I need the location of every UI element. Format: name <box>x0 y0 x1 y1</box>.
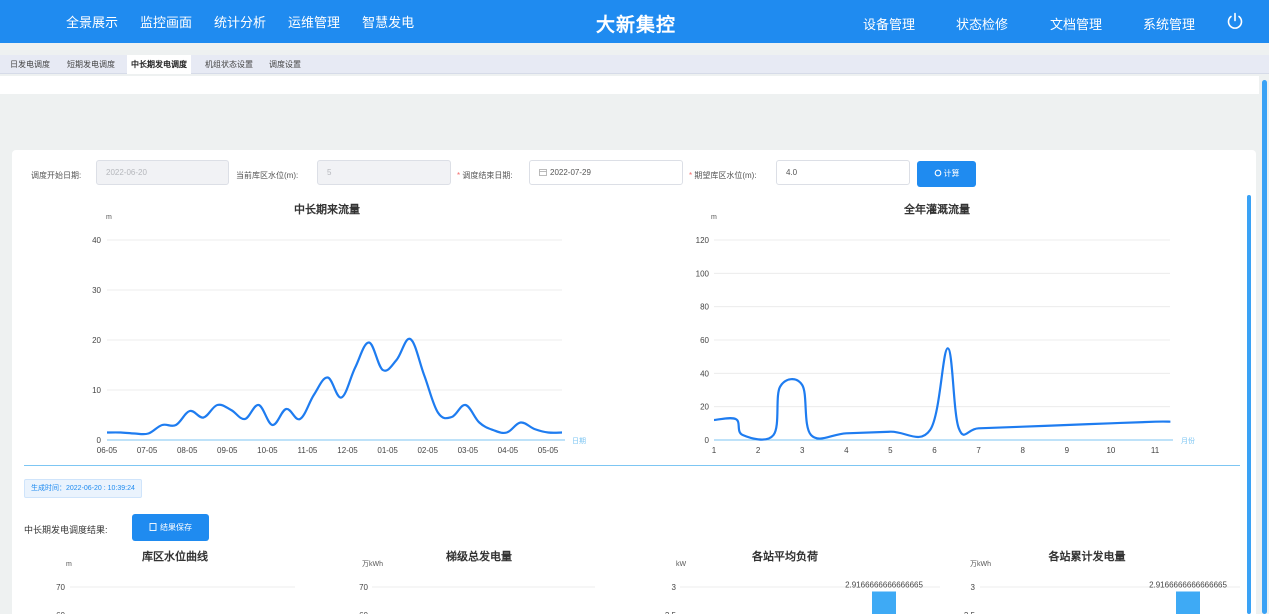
x-tick-label: 2 <box>756 446 761 455</box>
y-axis-unit: m <box>106 214 112 221</box>
y-tick-label: 3 <box>672 583 677 592</box>
y-tick-label: 0 <box>705 436 710 445</box>
y-axis-unit: kW <box>676 561 687 568</box>
y-axis-unit: m <box>711 214 717 221</box>
chart-title: 各站平均负荷 <box>751 549 818 563</box>
y-tick-label: 40 <box>92 236 101 245</box>
chart-title: 梯级总发电量 <box>446 549 512 563</box>
series-line-irrigation <box>713 347 1171 441</box>
x-tick-label: 05-05 <box>538 446 559 455</box>
result-label: 中长期发电调度结果: <box>24 525 108 535</box>
x-tick-label: 9 <box>1065 446 1070 455</box>
y-tick-label: 70 <box>56 583 65 592</box>
chart-title: 各站累计发电量 <box>1048 549 1126 563</box>
x-tick-label: 11-05 <box>298 446 318 455</box>
x-tick-label: 3 <box>800 446 805 455</box>
x-tick-label: 06-05 <box>97 446 118 455</box>
x-tick-label: 5 <box>888 446 893 455</box>
save-result-label: 结果保存 <box>160 523 192 532</box>
y-tick-label: 10 <box>92 386 101 395</box>
x-tick-label: 10 <box>1106 446 1115 455</box>
y-axis-unit: 万kWh <box>970 560 991 568</box>
y-tick-label: 40 <box>700 369 709 378</box>
x-tick-label: 08-05 <box>177 446 198 455</box>
y-tick-label: 60 <box>700 336 709 345</box>
x-tick-label: 02-05 <box>417 446 438 455</box>
x-tick-label: 6 <box>932 446 937 455</box>
x-tick-label: 03-05 <box>458 446 479 455</box>
bar-data-label: 2.9166666666666665 <box>1149 581 1227 590</box>
document-icon <box>149 523 157 531</box>
x-tick-label: 10-05 <box>257 446 278 455</box>
x-tick-label: 01-05 <box>377 446 398 455</box>
x-axis-label: 月份 <box>1181 436 1195 445</box>
bar-mark <box>1176 591 1200 614</box>
y-tick-label: 20 <box>700 403 709 412</box>
bar-data-label: 2.9166666666666665 <box>845 581 923 590</box>
chart-title: 中长期来流量 <box>294 202 360 216</box>
chart-title: 库区水位曲线 <box>142 549 208 563</box>
y-tick-label: 100 <box>696 269 710 278</box>
x-tick-label: 12-05 <box>337 446 358 455</box>
y-tick-label: 70 <box>359 583 368 592</box>
x-tick-label: 09-05 <box>217 446 238 455</box>
y-tick-label: 20 <box>92 336 101 345</box>
x-tick-label: 4 <box>844 446 849 455</box>
x-tick-label: 8 <box>1020 446 1025 455</box>
x-tick-label: 7 <box>976 446 981 455</box>
y-tick-label: 120 <box>696 236 710 245</box>
series-line-inflow <box>106 337 563 436</box>
y-tick-label: 30 <box>92 286 101 295</box>
x-axis-label: 日期 <box>572 437 586 445</box>
x-tick-label: 07-05 <box>137 446 158 455</box>
y-tick-label: 0 <box>97 436 102 445</box>
y-axis-unit: m <box>66 561 72 568</box>
x-tick-label: 04-05 <box>498 446 519 455</box>
y-axis-unit: 万kWh <box>362 560 383 568</box>
y-tick-label: 80 <box>700 303 709 312</box>
x-tick-label: 11 <box>1151 446 1160 455</box>
save-result-button[interactable]: 结果保存 <box>132 514 209 541</box>
section-divider <box>24 465 1240 466</box>
bar-mark <box>872 591 896 614</box>
y-tick-label: 3 <box>971 583 976 592</box>
x-tick-label: 1 <box>712 446 717 455</box>
generated-time-badge: 生成时间：2022-06-20 : 10:39:24 <box>24 479 142 498</box>
chart-title: 全年灌溉流量 <box>903 202 970 216</box>
